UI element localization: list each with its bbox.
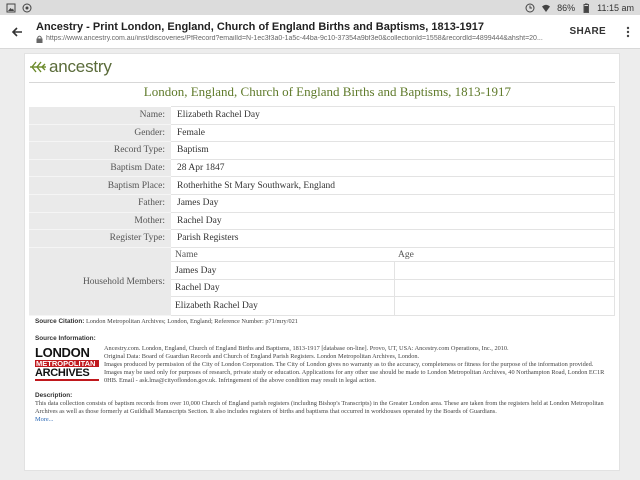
clock-icon — [525, 3, 535, 12]
field-value: Rachel Day — [171, 211, 615, 231]
member-name: Rachel Day — [171, 278, 394, 297]
field-label: Baptism Date: — [29, 159, 171, 178]
wifi-icon — [542, 4, 551, 12]
source-info-label: Source Information: — [35, 335, 96, 343]
url-row[interactable]: https://www.ancestry.com.au/inst/discove… — [36, 35, 559, 43]
source-info-line: Ancestry.com. London, England, Church of… — [104, 344, 509, 352]
tab-title-area: Ancestry - Print London, England, Church… — [34, 21, 559, 43]
source-info-line: Original Data: Board of Guardian Records… — [104, 352, 420, 360]
tab-title: Ancestry - Print London, England, Church… — [36, 20, 485, 33]
field-label: Mother: — [29, 212, 171, 231]
source-info-line: Images produced by permission of the Cit… — [104, 361, 605, 385]
battery-percent: 86% — [557, 2, 576, 13]
arrow-back-icon — [11, 26, 22, 37]
member-age — [393, 278, 614, 297]
member-name: James Day — [171, 261, 394, 280]
household-header: Name Age — [171, 248, 614, 262]
record-footer: Source Citation: London Metropolitan Arc… — [35, 318, 609, 424]
share-button[interactable]: SHARE — [559, 26, 616, 37]
household-col-age: Age — [398, 249, 414, 260]
record-table: Name: Elizabeth Rachel Day Gender: Female Re… — [29, 106, 615, 316]
household-member-row: James Day — [171, 261, 614, 280]
collection-title: London, England, Church of England Birth… — [143, 84, 511, 99]
field-row: Baptism Date: 28 Apr 1847 — [29, 158, 615, 178]
leaf-icon — [30, 61, 46, 73]
member-age — [393, 261, 614, 280]
source-info: LONDON METROPOLITAN ARCHIVES Ancestry.co… — [35, 345, 609, 386]
ancestry-logo[interactable]: ancestry — [25, 54, 619, 76]
header-divider — [29, 82, 615, 83]
field-label: Father: — [29, 194, 171, 213]
browser-toolbar: Ancestry - Print London, England, Church… — [0, 15, 640, 49]
field-row: Name: Elizabeth Rachel Day — [29, 106, 615, 125]
field-row: Gender: Female — [29, 123, 615, 143]
overflow-menu-button[interactable] — [616, 15, 640, 49]
field-label: Gender: — [29, 124, 171, 143]
back-button[interactable] — [0, 15, 34, 49]
household-member-row: Elizabeth Rachel Day — [171, 296, 614, 315]
household-col-name: Name — [175, 249, 198, 260]
source-info-text: Ancestry.com. London, England, Church of… — [104, 345, 609, 386]
household-cell: Name Age James Day Rachel Day Elizabeth Ra… — [171, 246, 615, 316]
status-bar-right: 86% 11:15 am — [525, 3, 634, 13]
member-name: Elizabeth Rachel Day — [171, 296, 394, 315]
field-row: Record Type: Baptism — [29, 141, 615, 160]
field-row: Mother: Rachel Day — [29, 211, 615, 231]
circle-notification-icon — [22, 3, 32, 12]
field-label: Household Members: — [29, 247, 171, 316]
field-value: Female — [171, 123, 615, 143]
field-row: Register Type: Parish Registers — [29, 229, 615, 248]
field-row: Baptism Place: Rotherhithe St Mary Southw… — [29, 176, 615, 195]
field-value: Rotherhithe St Mary Southwark, England — [171, 176, 615, 195]
field-row: Father: James Day — [29, 193, 615, 213]
field-label: Record Type: — [29, 141, 171, 160]
field-value: Elizabeth Rachel Day — [171, 106, 615, 125]
more-vert-icon — [626, 26, 630, 37]
record-page: ancestry London, England, Church of Engl… — [24, 53, 620, 471]
field-value: James Day — [171, 193, 615, 213]
logo-text: ancestry — [49, 57, 112, 76]
status-bar: 86% 11:15 am — [0, 0, 640, 15]
field-label: Baptism Place: — [29, 176, 171, 195]
field-label: Name: — [29, 106, 171, 125]
more-link[interactable]: More... — [35, 416, 609, 424]
field-value: Baptism — [171, 141, 615, 160]
member-age — [393, 296, 614, 315]
description-text: This data collection consists of baptism… — [35, 399, 604, 416]
lma-logo: LONDON METROPOLITAN ARCHIVES — [35, 345, 99, 386]
source-citation-label: Source Citation: — [35, 318, 85, 325]
field-label: Register Type: — [29, 229, 171, 248]
source-citation-text: London Metropolitan Archives; London, En… — [85, 318, 298, 325]
field-value: 28 Apr 1847 — [171, 158, 615, 178]
household-table: Name Age James Day Rachel Day Elizabeth Ra… — [171, 248, 614, 315]
battery-icon — [583, 3, 590, 13]
field-value: Parish Registers — [171, 229, 615, 248]
status-bar-left — [6, 3, 525, 13]
status-time: 11:15 am — [597, 2, 634, 13]
gallery-icon — [6, 3, 16, 12]
lock-icon — [36, 35, 43, 43]
household-row: Household Members: Name Age James Day Rac… — [29, 246, 615, 316]
source-citation: Source Citation: London Metropolitan Arc… — [35, 318, 609, 326]
household-member-row: Rachel Day — [171, 278, 614, 297]
description-label: Description: — [35, 391, 73, 399]
url-text: https://www.ancestry.com.au/inst/discove… — [46, 35, 543, 42]
